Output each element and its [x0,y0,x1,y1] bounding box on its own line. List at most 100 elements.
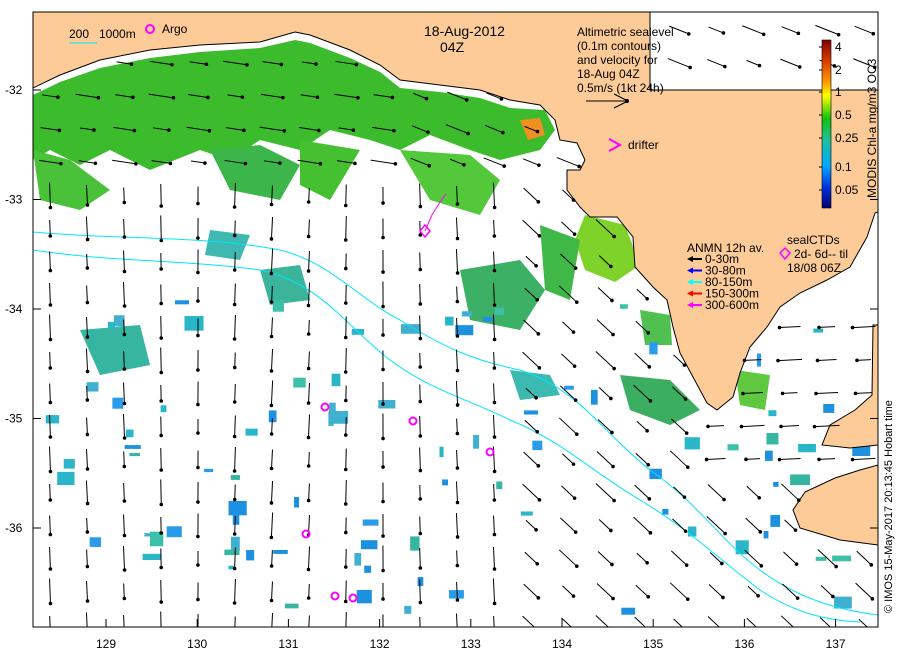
colorbar-tick-label: 0.25 [835,131,859,145]
chl-patch [735,370,770,410]
colorbar-tick-label: 2 [835,63,842,77]
chl-speck [773,481,779,487]
note-line: (0.1m contours) [577,39,661,53]
chl-speck [832,555,851,562]
x-tick-label: 132 [370,637,390,651]
colorbar-tick-label: 0.1 [835,160,852,174]
chl-speck [89,537,101,547]
x-tick-label: 134 [552,637,572,651]
note-line: and velocity for [577,53,658,67]
colorbar-tick-label: 0.05 [835,183,859,197]
chl-speck [417,577,424,586]
chl-speck [410,536,420,551]
chl-speck [113,315,125,327]
chl-speck [356,589,372,604]
chl-speck [770,515,781,527]
chl-speck [224,549,240,556]
chl-speck [124,445,141,449]
chl-speck [442,479,448,486]
y-tick-label: -32 [5,83,23,97]
chl-speck [763,530,769,539]
chl-speck [228,500,247,516]
chl-speck [63,459,75,469]
chl-speck [687,526,697,537]
chl-speck [564,385,574,390]
chl-speck [813,328,823,333]
chl-speck [331,373,341,387]
chl-speck [112,397,124,409]
chl-speck [823,403,835,413]
chl-speck [496,481,503,490]
colorbar-tick-label: 4 [835,40,842,54]
chl-speck [401,324,421,334]
chl-speck [520,511,533,516]
chl-speck [766,433,779,445]
chl-speck [142,553,161,561]
chl-speck [590,389,598,405]
seal-legend-range: 2d- 6d-- til [794,247,848,261]
note-line: 18-Aug 04Z [577,67,640,81]
seal-legend-title: sealCTDs [787,233,840,247]
chl-speck [57,471,75,485]
chl-speck [86,382,99,392]
colorbar-label: MODIS Chl-a mg/m3 OC3 [865,58,879,198]
x-tick-label: 130 [187,637,207,651]
chl-speck [764,450,773,461]
chl-speck [619,304,628,309]
chl-speck [273,550,288,554]
colorbar-tick-label: 1 [835,85,842,99]
x-tick-label: 129 [96,637,116,651]
scale-label-200: 200 [69,27,89,41]
chl-speck [727,444,739,451]
scale-label-1000: 1000m [99,27,136,41]
note-line: 0.5m/s (1kt 24h) [577,81,664,95]
x-tick-label: 135 [643,637,663,651]
chl-speck [768,410,777,417]
chl-speck [293,377,306,388]
chl-speck [166,526,182,538]
x-tick-label: 136 [734,637,754,651]
x-tick-label: 133 [461,637,481,651]
y-tick-label: -33 [5,193,23,207]
chl-speck [129,452,141,457]
chl-speck [483,316,495,322]
chl-speck [362,519,379,526]
chl-speck [232,515,240,525]
chl-speck [445,316,454,326]
colorbar-tick-label: 0.5 [835,108,852,122]
y-tick-label: -35 [5,412,23,426]
chl-speck [455,325,474,336]
chl-speck [328,410,349,424]
y-tick-label: -36 [5,521,23,535]
chl-speck [204,468,214,473]
chl-speck [473,434,479,449]
chl-speck [815,556,827,561]
chl-speck [662,508,669,515]
colorbar-gradient [821,39,832,209]
chl-patch [640,310,672,345]
chl-speck [294,496,300,508]
chl-speck [461,311,473,317]
chl-speck [246,550,255,561]
seal-legend-date: 18/08 06Z [787,261,841,275]
chl-speck [160,405,167,413]
chl-speck [790,474,810,486]
chl-speck [272,300,284,312]
chl-speck [404,605,412,614]
chl-speck [45,415,60,424]
time-label: 04Z [440,39,465,55]
drifter-label: drifter [628,138,659,152]
x-tick-label: 131 [278,637,298,651]
chl-speck [439,446,444,458]
chl-speck [494,307,504,316]
chl-speck [449,590,464,599]
chl-speck [184,316,204,331]
date-label: 18-Aug-2012 [424,23,505,39]
chl-speck [245,428,258,436]
chl-speck [284,603,299,609]
chl-speck [111,345,122,360]
ocean-map: 129 130 131 132 133 134 135 136 137 -32 -33 -34 -35… [5,11,895,651]
chl-speck [107,321,115,329]
chl-speck [798,443,816,453]
chl-speck [378,399,396,409]
